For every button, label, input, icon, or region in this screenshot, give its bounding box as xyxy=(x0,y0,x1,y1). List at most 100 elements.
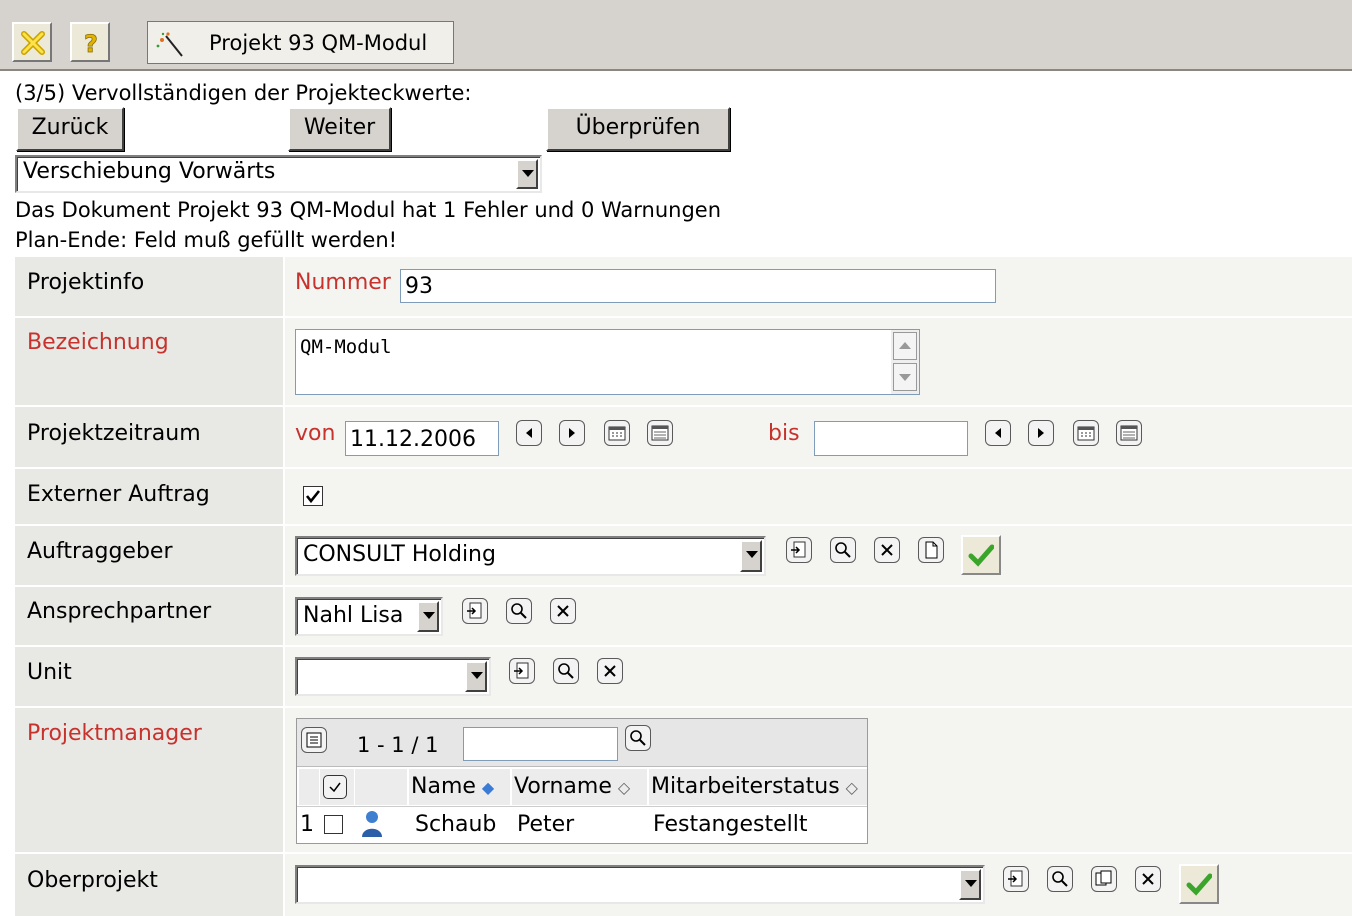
externer-auftrag-checkbox[interactable] xyxy=(303,486,323,506)
row-checkbox[interactable] xyxy=(324,815,343,834)
chevron-down-icon[interactable] xyxy=(959,869,981,900)
textarea-scrollbar[interactable] xyxy=(891,330,919,394)
bezeichnung-textarea[interactable]: QM-Modul xyxy=(295,329,920,395)
select-entry-button[interactable] xyxy=(1003,866,1029,892)
open-entry-icon xyxy=(514,662,529,679)
search-icon xyxy=(511,603,527,619)
calendar-range-button[interactable] xyxy=(1116,420,1142,446)
column-header-name[interactable]: Name ◆ xyxy=(409,769,510,805)
search-button[interactable] xyxy=(553,658,579,684)
table-filter-input[interactable] xyxy=(463,727,618,761)
project-tab[interactable]: Projekt 93 QM-Modul xyxy=(147,21,454,64)
table-pager: 1 - 1 / 1 xyxy=(357,733,439,757)
document-icon xyxy=(925,541,938,559)
prev-day-button[interactable] xyxy=(985,420,1011,446)
scroll-up-icon[interactable] xyxy=(893,332,917,360)
search-button[interactable] xyxy=(830,537,856,563)
select-entry-button[interactable] xyxy=(462,598,488,624)
projektmanager-label: Projektmanager xyxy=(27,721,202,746)
auftraggeber-select[interactable]: CONSULT Holding xyxy=(295,536,766,576)
calendar-button[interactable] xyxy=(604,420,630,446)
project-tab-label: Projekt 93 QM-Modul xyxy=(209,31,428,55)
action-select-value: Verschiebung Vorwärts xyxy=(23,159,276,184)
help-button[interactable]: ? xyxy=(70,22,110,62)
row-index-header xyxy=(299,769,319,805)
clear-button[interactable] xyxy=(874,537,900,563)
wizard-step-text: (3/5) Vervollständigen der Projekteckwer… xyxy=(15,81,472,105)
sort-asc-icon[interactable]: ◆ xyxy=(482,778,494,797)
row-divider xyxy=(15,467,1352,469)
bis-label: bis xyxy=(768,421,800,446)
nummer-label: Nummer xyxy=(295,270,391,295)
projektmanager-table: 1 - 1 / 1 Name ◆ Vorname ◇ Mitarbeiterstat… xyxy=(296,718,868,844)
nummer-input[interactable]: 93 xyxy=(400,269,996,303)
chevron-down-icon[interactable] xyxy=(417,601,439,632)
clear-button[interactable] xyxy=(550,598,576,624)
confirm-button[interactable] xyxy=(1179,864,1219,904)
unit-select[interactable] xyxy=(295,657,491,696)
check-icon xyxy=(968,544,994,567)
oberprojekt-select[interactable] xyxy=(295,865,985,904)
person-icon xyxy=(362,811,382,837)
next-day-button[interactable] xyxy=(559,420,585,446)
sort-icon[interactable]: ◇ xyxy=(846,778,858,797)
chevron-down-icon[interactable] xyxy=(516,159,538,189)
auftraggeber-label: Auftraggeber xyxy=(27,539,173,564)
projektinfo-label: Projektinfo xyxy=(27,270,145,295)
column-header-label: Vorname xyxy=(514,774,612,799)
column-header-label: Mitarbeiterstatus xyxy=(651,774,840,799)
calendar-icon xyxy=(1077,426,1095,441)
back-button[interactable]: Zurück xyxy=(16,107,124,151)
action-select[interactable]: Verschiebung Vorwärts xyxy=(15,155,542,193)
calendar-range-button[interactable] xyxy=(647,420,673,446)
row-divider xyxy=(15,585,1352,587)
scroll-down-icon[interactable] xyxy=(893,363,917,391)
calendar-button[interactable] xyxy=(1073,420,1099,446)
checkmark-icon xyxy=(305,490,321,504)
search-button[interactable] xyxy=(506,598,532,624)
search-icon xyxy=(630,730,646,746)
next-day-button[interactable] xyxy=(1028,420,1054,446)
wand-icon xyxy=(156,32,183,57)
von-date-input[interactable]: 11.12.2006 xyxy=(345,421,499,456)
search-button[interactable] xyxy=(1047,866,1073,892)
row-divider xyxy=(15,852,1352,854)
externer-auftrag-label: Externer Auftrag xyxy=(27,482,210,507)
prev-day-button[interactable] xyxy=(516,420,542,446)
select-entry-button[interactable] xyxy=(509,658,535,684)
chevron-down-icon[interactable] xyxy=(740,540,762,572)
close-button[interactable] xyxy=(12,22,52,62)
column-header-status[interactable]: Mitarbeiterstatus ◇ xyxy=(649,769,867,805)
cell-status: Festangestellt xyxy=(653,812,808,837)
arrow-right-icon xyxy=(569,428,575,438)
select-all-header[interactable] xyxy=(320,769,354,805)
next-button[interactable]: Weiter xyxy=(288,107,391,151)
ansprechpartner-label: Ansprechpartner xyxy=(27,599,212,624)
bis-date-input[interactable] xyxy=(814,421,968,456)
open-entry-icon xyxy=(467,602,482,619)
close-icon xyxy=(557,605,569,617)
list-icon xyxy=(306,732,322,748)
row-projektinfo: Projektinfo xyxy=(15,257,285,316)
select-entry-button[interactable] xyxy=(786,537,812,563)
select-all-checkbox[interactable] xyxy=(323,775,347,799)
calendar-icon xyxy=(608,426,626,441)
clear-button[interactable] xyxy=(1135,866,1161,892)
arrow-left-icon xyxy=(526,428,532,438)
new-document-button[interactable] xyxy=(918,537,944,563)
chevron-down-icon[interactable] xyxy=(465,661,487,692)
clear-button[interactable] xyxy=(597,658,623,684)
check-button[interactable]: Überprüfen xyxy=(546,107,730,151)
table-search-button[interactable] xyxy=(625,725,651,751)
auftraggeber-value: CONSULT Holding xyxy=(303,542,496,567)
ansprechpartner-select[interactable]: Nahl Lisa xyxy=(295,597,443,636)
copy-button[interactable] xyxy=(1091,866,1117,892)
row-divider xyxy=(15,645,1352,647)
sort-icon[interactable]: ◇ xyxy=(618,778,630,797)
check-icon xyxy=(1186,873,1212,896)
column-header-vorname[interactable]: Vorname ◇ xyxy=(512,769,647,805)
copy-icon xyxy=(1095,870,1112,886)
table-menu-button[interactable] xyxy=(301,727,327,753)
arrow-left-icon xyxy=(995,428,1001,438)
confirm-button[interactable] xyxy=(961,535,1001,575)
